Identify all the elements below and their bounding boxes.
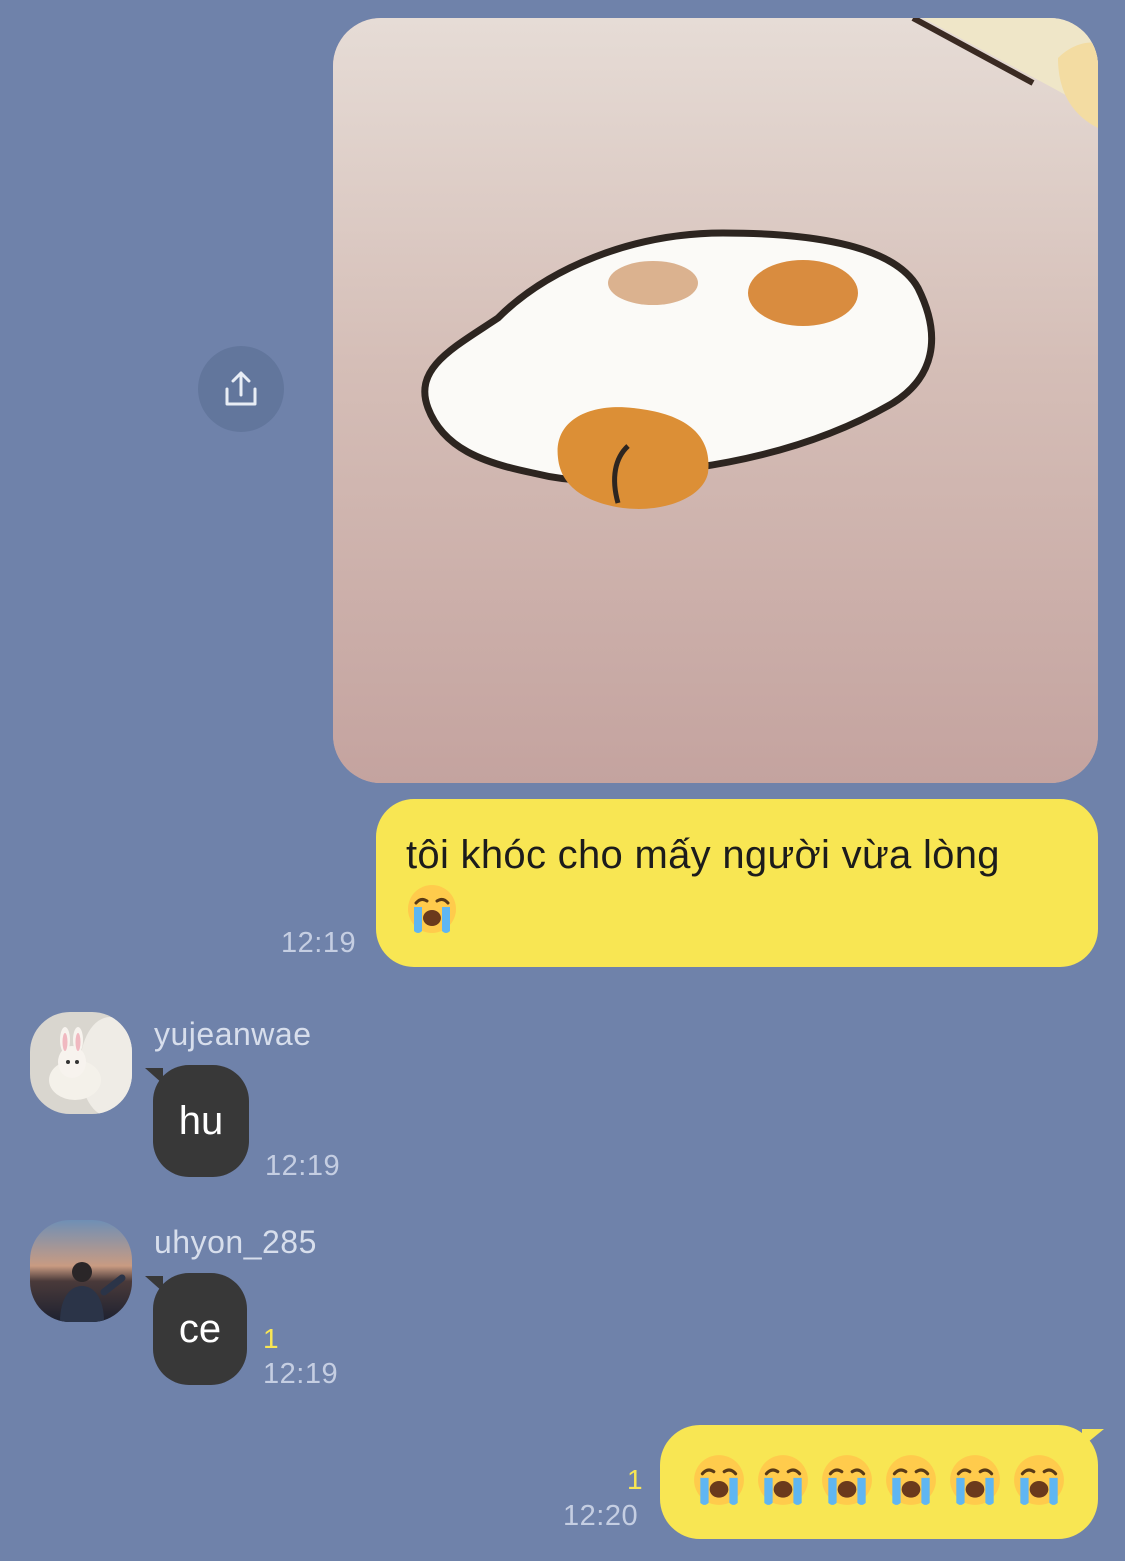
message-time: 12:20	[563, 1500, 639, 1532]
crying-face-emoji-icon	[406, 883, 458, 948]
sender-name: yujeanwae	[154, 1016, 312, 1052]
crying-face-emoji-icon	[820, 1453, 874, 1512]
image-message[interactable]	[333, 18, 1098, 783]
sent-emoji-bubble[interactable]	[660, 1425, 1098, 1539]
crying-face-emoji-icon	[1012, 1453, 1066, 1512]
received-text-bubble[interactable]: hu	[153, 1065, 249, 1177]
message-text: tôi khóc cho mấy người vừa lòng	[406, 833, 1000, 877]
unread-count: 1	[263, 1323, 279, 1354]
sender-name: uhyon_285	[154, 1224, 317, 1260]
crying-face-emoji-icon	[692, 1453, 746, 1512]
message-time: 12:19	[281, 927, 357, 959]
sent-text-bubble[interactable]: tôi khóc cho mấy người vừa lòng	[376, 799, 1098, 967]
chat-room: tôi khóc cho mấy người vừa lòng 12:19 yu…	[0, 0, 1125, 1561]
bunny-avatar-image	[30, 1012, 132, 1114]
avatar[interactable]	[30, 1220, 132, 1322]
message-text: hu	[178, 1098, 224, 1143]
avatar[interactable]	[30, 1012, 132, 1114]
share-button[interactable]	[198, 346, 284, 432]
message-time: 12:19	[265, 1150, 341, 1182]
message-text: ce	[178, 1306, 222, 1351]
hamster-sticker-image	[333, 18, 1098, 783]
message-time: 12:19	[263, 1358, 339, 1390]
crying-face-emoji-icon	[884, 1453, 938, 1512]
person-avatar-image	[30, 1220, 132, 1322]
received-text-bubble[interactable]: ce	[153, 1273, 247, 1385]
crying-face-emoji-icon	[948, 1453, 1002, 1512]
share-icon	[225, 371, 257, 406]
unread-count: 1	[627, 1464, 643, 1495]
crying-face-emoji-icon	[756, 1453, 810, 1512]
